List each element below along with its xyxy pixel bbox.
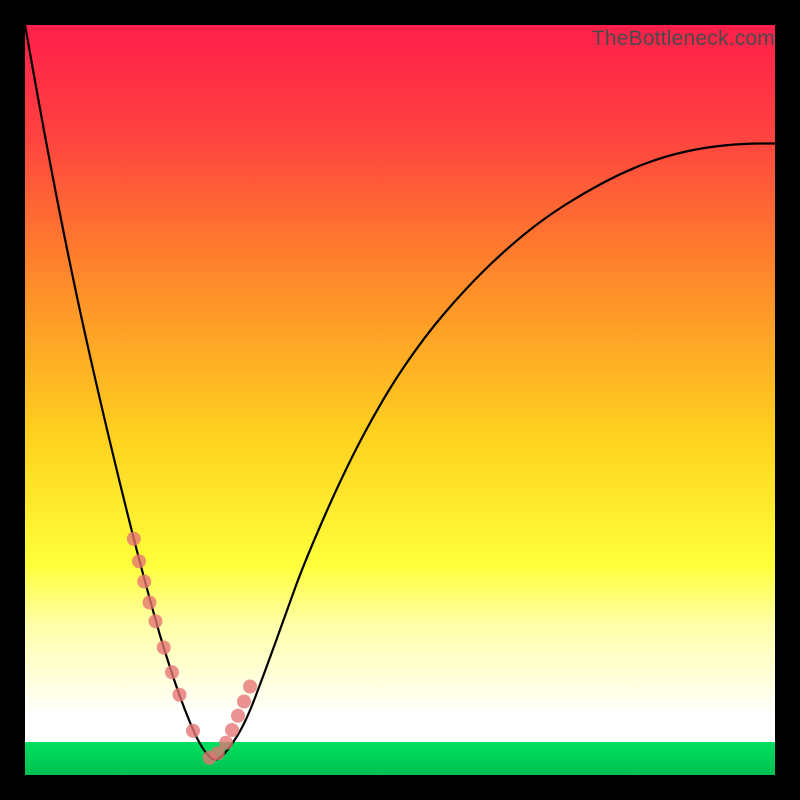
curve-marker bbox=[157, 641, 171, 655]
curve-marker bbox=[149, 614, 163, 628]
curve-marker bbox=[137, 575, 151, 589]
curve-marker bbox=[186, 724, 200, 738]
plot-area bbox=[25, 25, 775, 775]
curve-marker bbox=[132, 554, 146, 568]
curve-marker bbox=[243, 680, 257, 694]
marker-group bbox=[127, 532, 257, 765]
curve-marker bbox=[173, 688, 187, 702]
curve-marker bbox=[225, 723, 239, 737]
curve-marker bbox=[231, 709, 245, 723]
curve-marker bbox=[143, 596, 157, 610]
chart-svg bbox=[25, 25, 775, 775]
curve-marker bbox=[127, 532, 141, 546]
curve-marker bbox=[219, 736, 233, 750]
watermark-label: TheBottleneck.com bbox=[592, 27, 775, 51]
bottleneck-curve bbox=[25, 25, 775, 759]
curve-marker bbox=[237, 695, 251, 709]
curve-marker bbox=[165, 665, 179, 679]
